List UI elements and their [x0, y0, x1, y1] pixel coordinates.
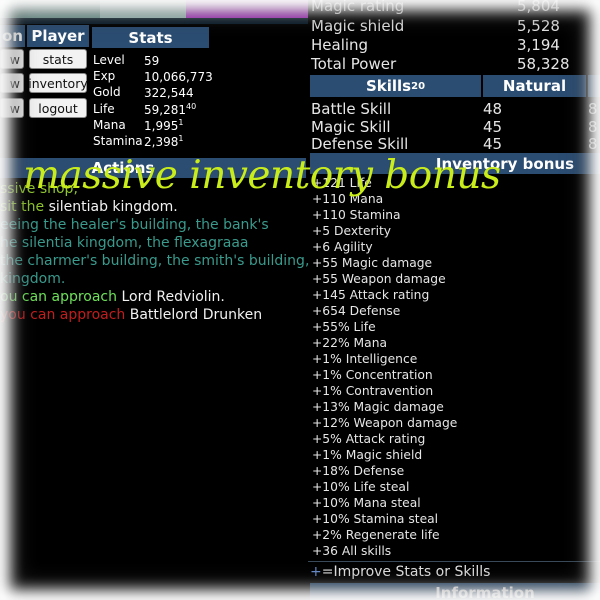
bonus-item: +13% Magic damage [312, 400, 444, 414]
improve-legend: +=Improve Stats or Skills [310, 564, 491, 580]
stat-label: Gold [93, 85, 121, 99]
bonus-item: +145 Attack rating [312, 288, 430, 302]
stub-button[interactable]: w [0, 98, 24, 118]
bonus-item: +10% Life steal [312, 480, 410, 494]
information-header: Information [310, 583, 600, 600]
power-value: 58,328 [517, 55, 570, 73]
skill-natural: 45 [483, 135, 503, 153]
stat-value: 59 [144, 54, 160, 68]
action-line: kingdom. [0, 271, 66, 287]
inventory-button[interactable]: inventory [28, 73, 88, 93]
bonus-item: +1% Concentration [312, 368, 433, 382]
stats-button[interactable]: stats [29, 49, 87, 69]
natural-header: Natural [483, 75, 586, 97]
bonus-item: +36 All skills [312, 544, 392, 558]
skill-name: Defense Skill [311, 135, 409, 153]
action-line: sit the silentiab kingdom. [0, 199, 178, 215]
stat-label: Level [93, 53, 125, 67]
stat-value: 2,3981 [144, 134, 184, 149]
skill-natural: 48 [483, 100, 503, 118]
skills-extra-header [588, 75, 600, 97]
skill-extra: 8 [588, 118, 598, 136]
bonus-item: +1% Intelligence [312, 352, 418, 366]
action-line: he silentia kingdom, the flexagraaa [0, 235, 249, 251]
stub-button[interactable]: w [0, 49, 24, 69]
bonus-item: +2% Regenerate life [312, 528, 440, 542]
power-label: Total Power [311, 55, 397, 73]
bonus-item: +654 Defense [312, 304, 401, 318]
bonus-item: +10% Stamina steal [312, 512, 439, 526]
stub-button[interactable]: w [0, 73, 24, 93]
npc-link[interactable]: Lord Redviolin. [121, 289, 224, 305]
stat-value: 322,544 [144, 86, 194, 100]
power-value: 5,804 [517, 0, 560, 15]
skill-extra: 8 [588, 135, 598, 153]
game-screen: on Player w w w stats inventory logout S… [0, 0, 600, 600]
bonus-item: +110 Stamina [312, 208, 401, 222]
power-label: Magic rating [311, 0, 405, 15]
power-label: Magic shield [311, 17, 405, 35]
power-label: Healing [311, 36, 369, 54]
stub-column-header: on [0, 25, 25, 47]
player-panel-header: Player [27, 25, 89, 47]
logout-button[interactable]: logout [29, 98, 87, 118]
skills-header: Skills 20 [310, 75, 481, 97]
bonus-item: +55 Magic damage [312, 256, 433, 270]
stat-label: Mana [93, 118, 126, 132]
stat-label: Exp [93, 69, 116, 83]
bonus-item: +6 Agility [312, 240, 373, 254]
bonus-item: +22% Mana [312, 336, 388, 350]
stat-label: Life [93, 102, 115, 116]
bonus-item: +10% Mana steal [312, 496, 421, 510]
bonus-item: +55% Life [312, 320, 376, 334]
kingdom-link[interactable]: silentiab kingdom. [49, 199, 178, 215]
bonus-item: +1% Magic shield [312, 448, 423, 462]
watermark-caption: massive inventory bonus [23, 153, 501, 198]
bonus-item: +5% Attack rating [312, 432, 426, 446]
action-line: ou can approach Lord Redviolin. [0, 289, 225, 305]
power-value: 3,194 [517, 36, 560, 54]
power-value: 5,528 [517, 17, 560, 35]
stat-label: Stamina [93, 134, 143, 148]
footer-divider [308, 561, 600, 562]
top-banner-divider [0, 18, 308, 24]
bonus-item: +55 Weapon damage [312, 272, 446, 286]
skill-name: Battle Skill [311, 100, 392, 118]
bonus-item: +1% Contravention [312, 384, 434, 398]
bonus-item: +12% Weapon damage [312, 416, 458, 430]
stat-value: 59,28140 [144, 102, 197, 117]
bonus-item: +5 Dexterity [312, 224, 392, 238]
skill-name: Magic Skill [311, 118, 391, 136]
skill-extra: 8 [588, 100, 598, 118]
stat-value: 10,066,773 [144, 70, 213, 84]
stats-panel-header: Stats [92, 27, 209, 48]
action-line: the charmer's building, the smith's buil… [0, 253, 310, 269]
npc-link[interactable]: Battlelord Drunken [130, 307, 262, 323]
action-line: eeing the healer's building, the bank's [0, 217, 269, 233]
action-line: you can approach Battlelord Drunken [0, 307, 263, 323]
bonus-item: +18% Defense [312, 464, 405, 478]
skill-natural: 45 [483, 118, 503, 136]
stat-value: 1,9951 [144, 118, 184, 133]
